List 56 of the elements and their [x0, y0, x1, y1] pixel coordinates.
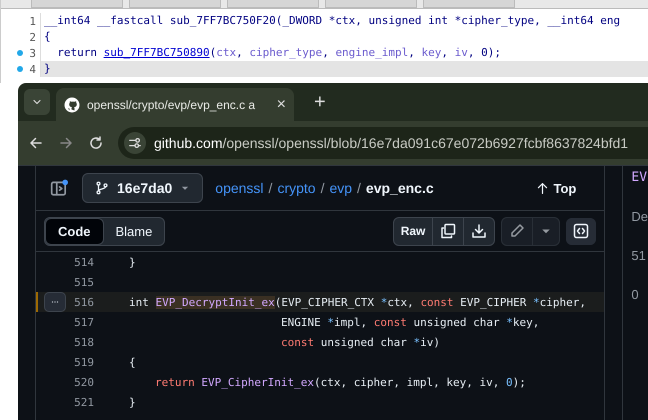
line-number: 517 — [73, 316, 94, 328]
code-line: return sub_7FF7BC750890(ctx, cipher_type, engine_impl, key, iv, 0); — [56, 45, 502, 61]
github-logo-icon — [64, 96, 80, 112]
copy-icon — [440, 223, 456, 239]
code-line: __int64 __fastcall sub_7FF7BC750F20(_DWORD *ctx, unsigned int *cipher_type, __int64 eng — [43, 13, 622, 29]
code-line: { — [43, 29, 52, 45]
line-number: 516 — [73, 296, 94, 308]
code-square-icon — [573, 223, 590, 239]
tab-close-button[interactable]: × — [276, 96, 286, 114]
code-line: ENGINE *impl, const unsigned char *key, — [280, 316, 540, 328]
line-number: 3 — [29, 46, 36, 60]
back-arrow-icon[interactable] — [28, 135, 44, 151]
branch-icon — [95, 181, 109, 195]
side-panel-text: 0 — [631, 287, 640, 302]
path-separator: / — [268, 180, 272, 196]
code-line: const unsigned char *iv) — [280, 336, 440, 348]
top-button[interactable]: Top — [530, 180, 582, 196]
view-tab[interactable]: Blame — [104, 218, 164, 244]
reload-icon[interactable] — [88, 135, 104, 151]
line-number: 521 — [73, 396, 94, 408]
new-tab-button[interactable]: + — [314, 89, 326, 115]
side-panel-text: De — [631, 209, 648, 224]
address-bar[interactable]: github.com/openssl/openssl/blob/16e7da091c67e072b6927fcbf8637824bfd1 — [118, 127, 648, 159]
site-settings-icon[interactable] — [128, 136, 142, 150]
breadcrumb-link[interactable]: openssl — [215, 180, 264, 196]
line-number: 2 — [29, 30, 36, 44]
branch-selector[interactable]: 16e7da0 — [82, 173, 204, 203]
line-number: 4 — [29, 62, 36, 76]
download-icon — [471, 223, 488, 239]
code-line: return EVP_CipherInit_ex(ctx, cipher, impl, key, iv, 0); — [154, 376, 526, 388]
view-tab[interactable]: Code — [45, 218, 104, 244]
tab-title: openssl/crypto/evp/evp_enc.c a — [87, 98, 256, 112]
line-number: 515 — [73, 276, 94, 288]
browser-tab[interactable]: openssl/crypto/evp/evp_enc.c a × — [56, 88, 294, 121]
side-panel-text: 51 — [631, 248, 647, 263]
breadcrumb-link[interactable]: evp — [329, 180, 352, 196]
arrow-up-icon — [536, 182, 549, 194]
path-separator: / — [357, 180, 361, 196]
path-separator: / — [320, 180, 324, 196]
code-line: } — [129, 396, 136, 408]
forward-arrow-icon — [58, 135, 74, 151]
line-number: 1 — [29, 14, 36, 28]
line-number: 519 — [73, 356, 94, 368]
file-name: evp_enc.c — [366, 180, 434, 196]
pencil-icon — [509, 223, 526, 239]
code-line: } — [129, 256, 136, 268]
line-number: 514 — [73, 256, 94, 268]
symbols-button[interactable] — [566, 218, 596, 244]
line-number: 520 — [73, 376, 94, 388]
code-line: { — [129, 356, 136, 368]
side-panel-text: EV — [631, 170, 648, 185]
breadcrumb-link[interactable]: crypto — [277, 180, 316, 196]
side-panel-icon[interactable] — [50, 179, 68, 197]
line-number: 518 — [73, 336, 94, 348]
url-text: github.com/openssl/openssl/blob/16e7da091c67e072b6927fcbf8637824bfd1 — [154, 135, 628, 151]
code-line: int EVP_DecryptInit_ex(EVP_CIPHER_CTX *ctx, const EVP_CIPHER *cipher, — [129, 296, 586, 308]
